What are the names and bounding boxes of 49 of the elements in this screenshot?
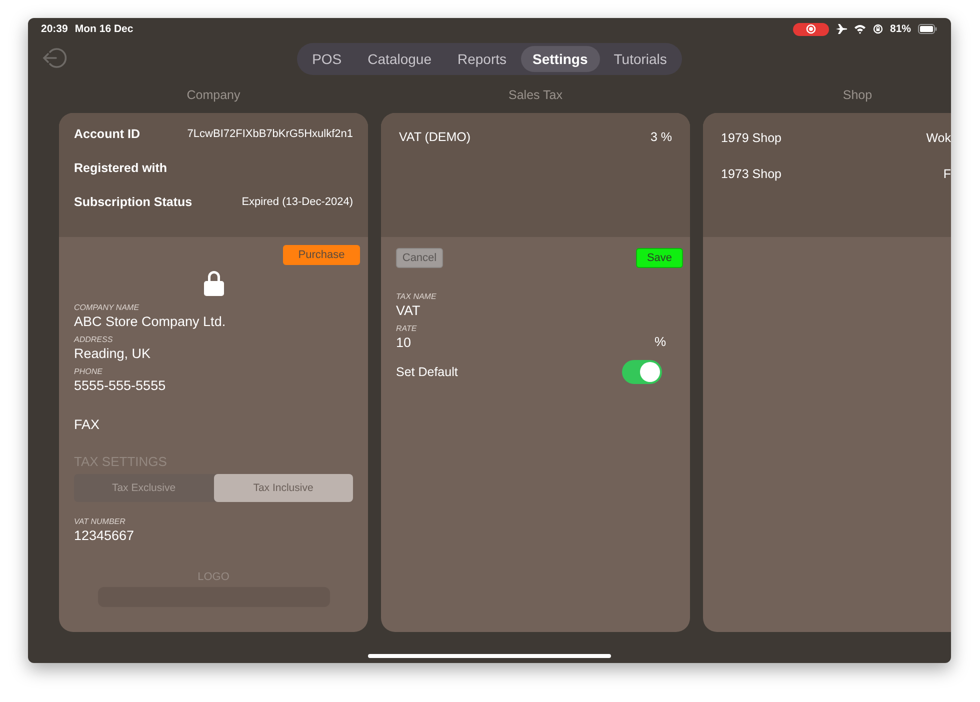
input-field[interactable]: 12345667 [74, 528, 334, 543]
shop-name[interactable]: 1973 Shop [721, 167, 782, 181]
input-field[interactable]: ABC Store Company Ltd. [74, 314, 334, 329]
field-label: PHONE [74, 367, 104, 376]
column-heading: Shop [842, 88, 872, 104]
info-label: Account ID [74, 127, 140, 141]
logout-icon[interactable] [42, 47, 68, 69]
field-label: COMPANY NAME [74, 303, 140, 312]
record-icon [806, 24, 816, 34]
nav-tab[interactable]: Catalogue [356, 46, 444, 72]
status-date: Mon 16 Dec [74, 23, 134, 35]
save-button[interactable]: Save [636, 248, 683, 268]
column-heading: Sales Tax [508, 88, 562, 104]
battery-icon [918, 24, 937, 34]
shop-name[interactable]: 1979 Shop [721, 131, 782, 145]
setting-label: Set Default [396, 365, 458, 379]
purchase-button[interactable]: Purchase [283, 245, 360, 265]
nav-tab[interactable]: Tutorials [602, 46, 679, 72]
airplane-icon [836, 24, 847, 34]
field-label: TAX NAME [396, 292, 438, 301]
nav-tab[interactable]: POS [300, 46, 354, 72]
status-time: 20:39 [41, 23, 68, 35]
recording-indicator[interactable] [792, 22, 829, 36]
lock-icon [202, 269, 224, 297]
nav-tab[interactable]: Reports [445, 46, 519, 72]
info-value: 7LcwBI72FIXbB7bKrG5Hxulkf2n1 [187, 128, 353, 140]
input-field[interactable]: FAX [74, 417, 334, 432]
input-field[interactable]: Reading, UK [74, 346, 334, 361]
battery-percentage: 81% [890, 23, 911, 35]
info-label: Subscription Status [74, 195, 192, 209]
wifi-icon [854, 24, 866, 34]
field-label: ADDRESS [74, 335, 114, 344]
input-field[interactable]: VAT [396, 303, 596, 318]
info-value: Expired (13-Dec-2024) [242, 196, 353, 208]
shop-detail: F [943, 167, 951, 181]
info-label: Registered with [74, 161, 168, 175]
unit-label: % [654, 334, 666, 349]
shop-detail: Wok [926, 131, 951, 145]
field-label: VAT NUMBER [74, 517, 126, 526]
tax-rate-name[interactable]: VAT (DEMO) [399, 130, 471, 144]
nav-tab[interactable]: Settings [520, 46, 600, 72]
column-heading: Company [186, 88, 240, 104]
input-field[interactable]: 10 [396, 335, 596, 350]
segment-option[interactable]: Tax Inclusive [214, 474, 353, 502]
rotation-lock-icon [872, 24, 883, 34]
field-label: RATE [396, 324, 418, 333]
tax-rate-value: 3 % [650, 130, 672, 144]
toggle-switch[interactable] [622, 360, 662, 384]
input-field[interactable]: 5555-555-5555 [74, 378, 334, 393]
